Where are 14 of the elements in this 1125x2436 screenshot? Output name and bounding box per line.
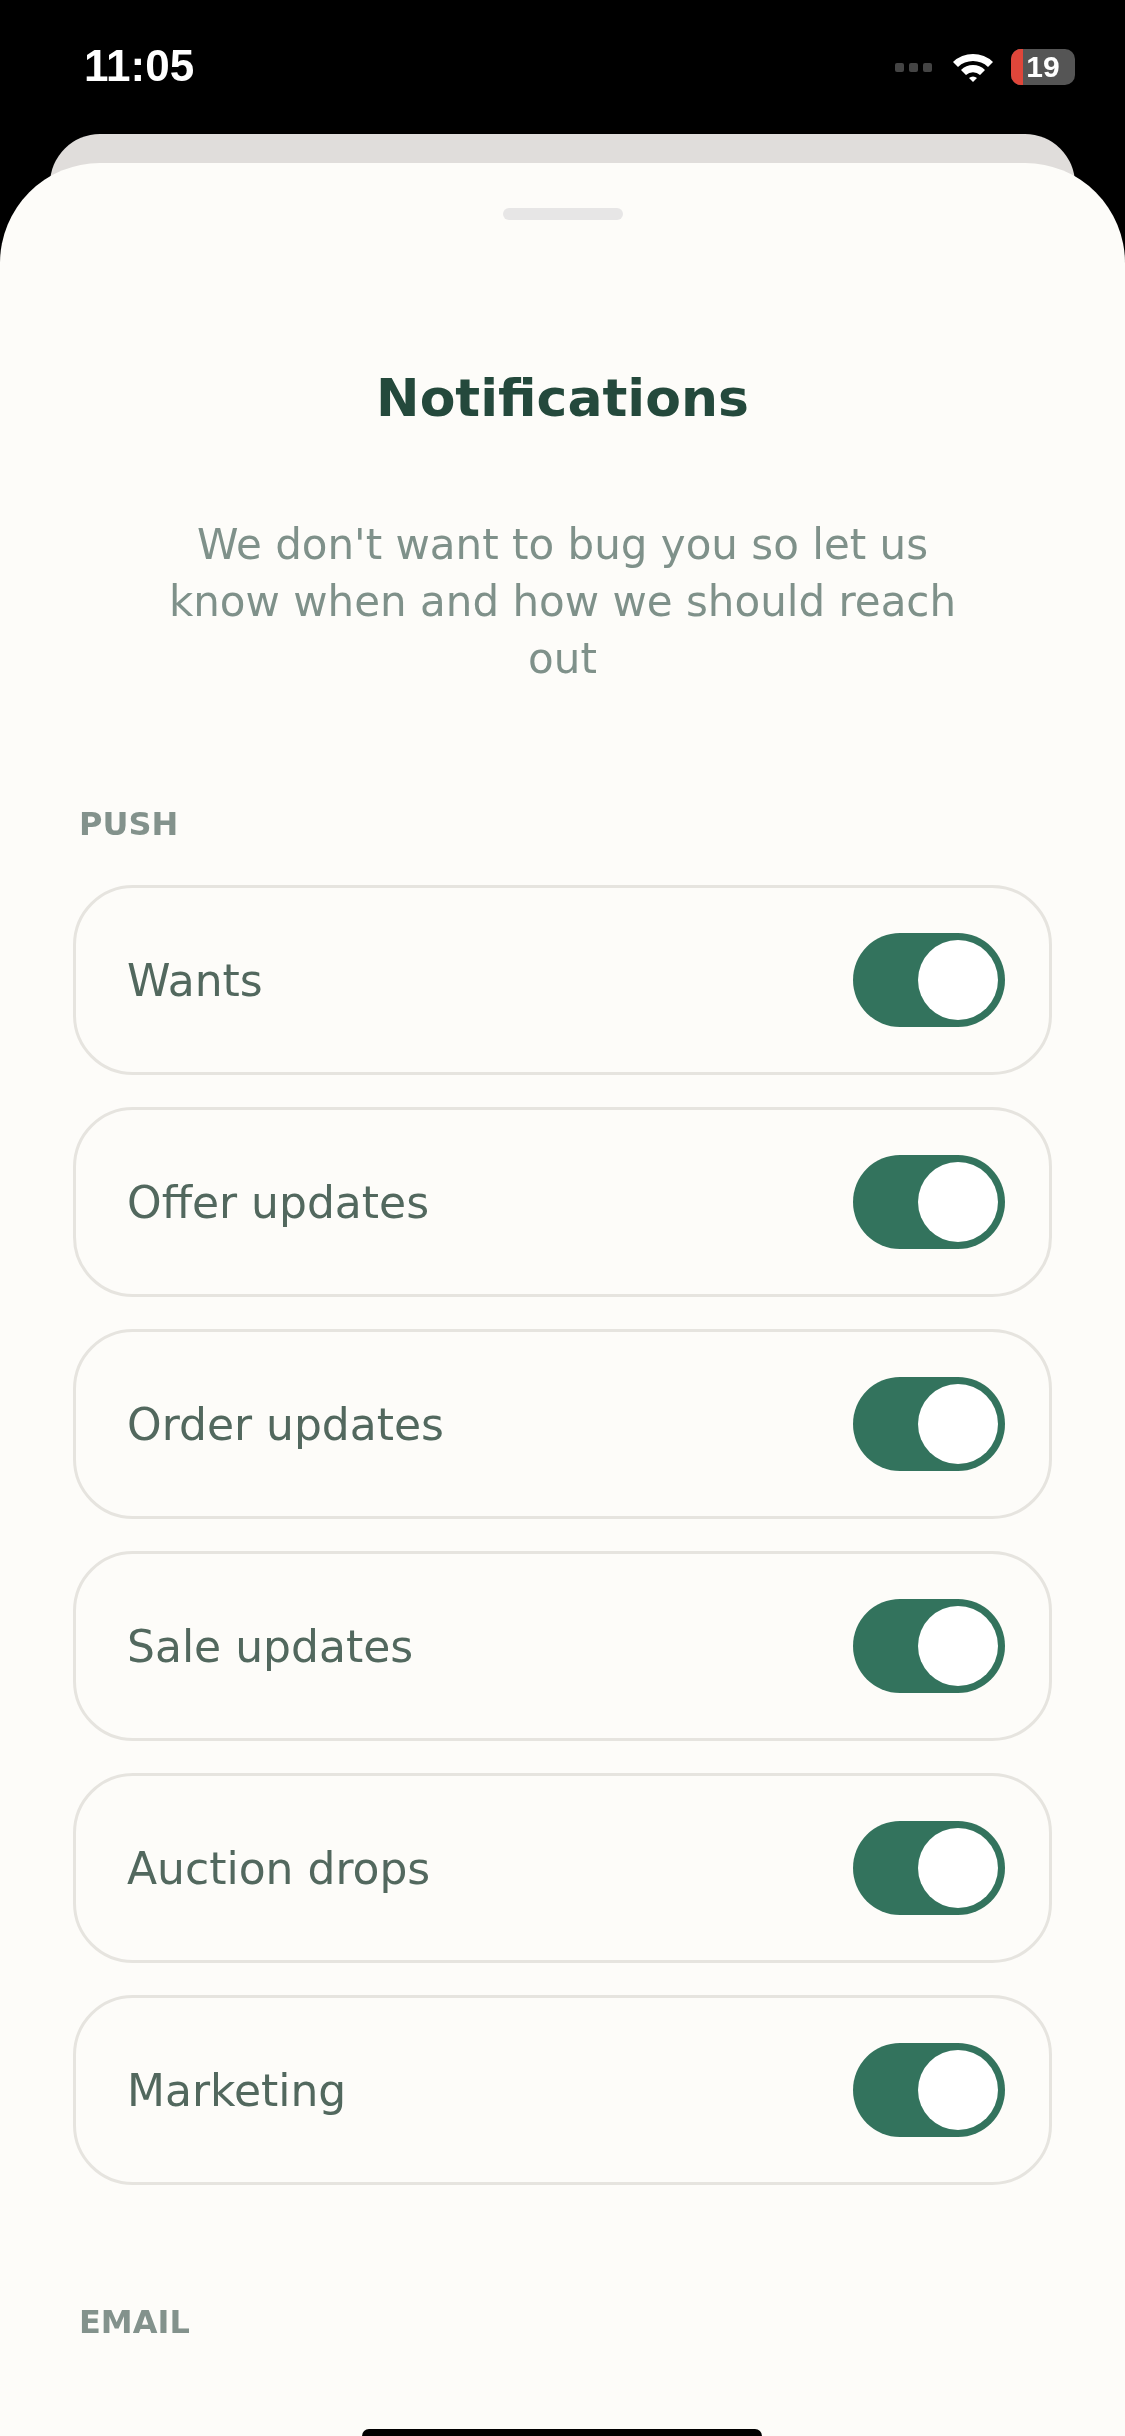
setting-label: Order updates bbox=[127, 1398, 444, 1450]
setting-label: Offer updates bbox=[127, 1176, 430, 1228]
status-time: 11:05 bbox=[84, 41, 195, 91]
setting-label: Auction drops bbox=[127, 1842, 431, 1894]
wifi-icon bbox=[951, 51, 995, 83]
sheet-description: We don't want to bug you so let us know when and how we should reach out bbox=[167, 519, 958, 685]
sheet-title: Notifications bbox=[376, 368, 749, 428]
battery-icon: 19 bbox=[1011, 49, 1075, 85]
setting-label: Marketing bbox=[127, 2064, 347, 2116]
section-heading: EMAIL bbox=[79, 2303, 191, 2341]
signal-icon bbox=[895, 60, 935, 74]
setting-label: Sale updates bbox=[127, 1620, 414, 1672]
setting-label: Wants bbox=[127, 954, 263, 1006]
section-heading: PUSH bbox=[79, 805, 180, 843]
